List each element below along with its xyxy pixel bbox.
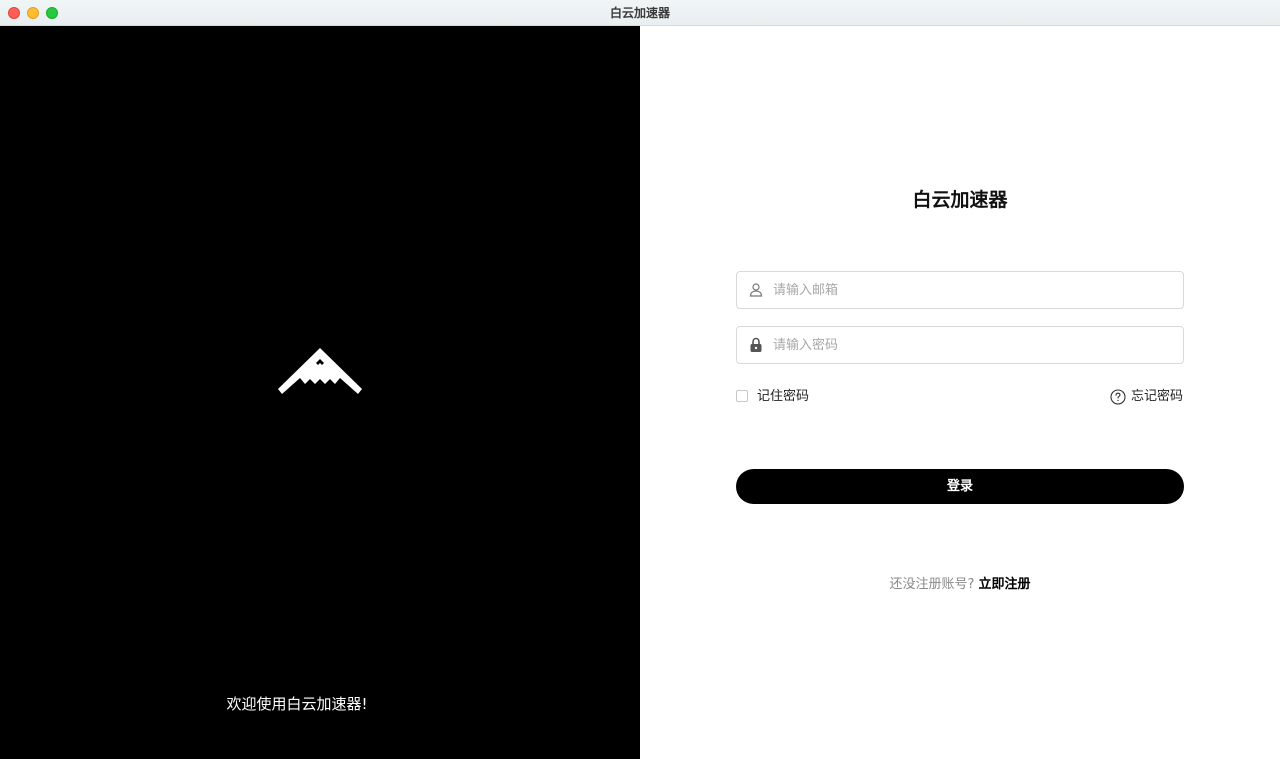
- register-prompt: 还没注册账号?: [889, 577, 975, 592]
- title-bar: 白云加速器: [0, 0, 1280, 26]
- password-field[interactable]: [736, 326, 1184, 364]
- user-icon: [749, 283, 763, 297]
- stealth-bomber-icon: [278, 348, 362, 394]
- remember-checkbox[interactable]: [736, 390, 748, 402]
- register-link[interactable]: 立即注册: [979, 577, 1031, 592]
- window-title: 白云加速器: [609, 6, 670, 20]
- lock-icon: [750, 337, 762, 352]
- app-window: 白云加速器 欢迎使用白云加速器! 白云加速器 记住密: [0, 0, 1280, 759]
- forgot-password-link[interactable]: 忘记密码: [1110, 388, 1184, 406]
- remember-label: 记住密码: [757, 389, 810, 404]
- email-field[interactable]: [736, 271, 1184, 309]
- login-button[interactable]: 登录: [736, 469, 1184, 504]
- welcome-message: 欢迎使用白云加速器!: [226, 695, 368, 713]
- forgot-password-label: 忘记密码: [1131, 389, 1184, 404]
- question-circle-icon: [1110, 389, 1126, 405]
- login-panel: 白云加速器 记住密码 忘记密: [640, 26, 1280, 759]
- app-heading: 白云加速器: [912, 189, 1008, 211]
- register-row: 还没注册账号? 立即注册: [640, 575, 1280, 595]
- brand-panel: 欢迎使用白云加速器!: [0, 26, 640, 759]
- password-input[interactable]: [773, 327, 1173, 363]
- email-input[interactable]: [773, 272, 1173, 308]
